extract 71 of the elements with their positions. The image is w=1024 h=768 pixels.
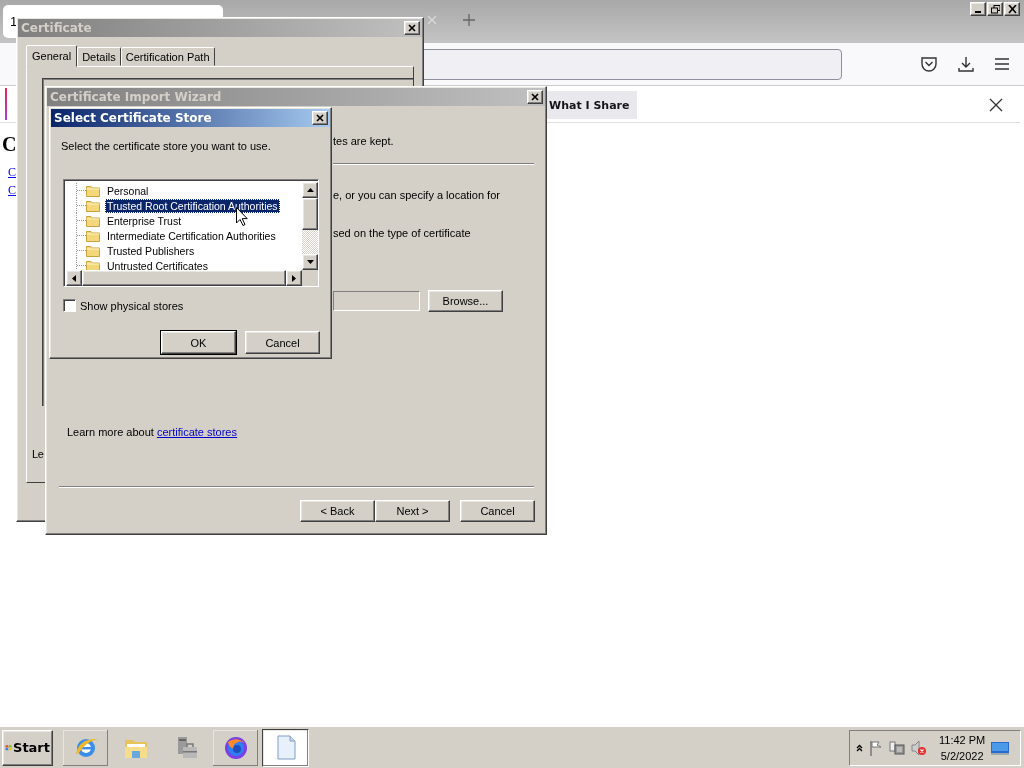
- store-item[interactable]: Enterprise Trust: [105, 213, 184, 228]
- tab[interactable]: General: [26, 45, 78, 67]
- page-link[interactable]: C: [8, 182, 16, 199]
- muted-speaker-icon[interactable]: [911, 739, 927, 756]
- cancel-button[interactable]: Cancel: [460, 500, 535, 522]
- minimize-button[interactable]: [970, 2, 986, 16]
- checkbox[interactable]: [63, 299, 76, 312]
- show-desktop-icon[interactable]: [991, 740, 1010, 755]
- restore-icon: [990, 4, 1000, 14]
- store-item[interactable]: Untrusted Certificates: [105, 258, 210, 270]
- store-item[interactable]: Trusted Publishers: [105, 243, 197, 258]
- prompt-text: Select the certificate store you want to use.: [61, 139, 272, 153]
- file-field[interactable]: [333, 291, 420, 311]
- left-arrow-icon: [72, 274, 76, 282]
- folder-icon: [86, 244, 100, 257]
- taskbar-button[interactable]: [262, 728, 309, 767]
- horizontal-scrollbar[interactable]: [66, 270, 302, 286]
- close-icon: [1007, 4, 1017, 14]
- menu-icon[interactable]: [994, 56, 1010, 72]
- close-icon: [408, 24, 416, 32]
- ok-button[interactable]: OK: [161, 331, 236, 354]
- window-title: Certificate Import Wizard: [50, 90, 222, 104]
- page-heading: C: [2, 133, 17, 157]
- folder-icon: [86, 229, 100, 242]
- download-icon[interactable]: [957, 56, 975, 72]
- folder-icon: [86, 184, 100, 197]
- wizard-text: tes are kept.: [333, 134, 395, 148]
- right-arrow-icon: [292, 274, 296, 282]
- next-button[interactable]: Next >: [375, 500, 450, 522]
- clock-time[interactable]: 11:42 PM: [939, 731, 986, 748]
- network-icon[interactable]: [889, 739, 905, 756]
- start-button[interactable]: Start: [2, 729, 53, 766]
- tab[interactable]: Certification Path: [120, 47, 215, 66]
- vertical-scrollbar[interactable]: [302, 182, 318, 270]
- restore-button[interactable]: [987, 2, 1003, 16]
- store-item[interactable]: Intermediate Certification Authorities: [105, 228, 278, 243]
- wizard-text: sed on the type of certificate: [333, 226, 472, 240]
- close-button[interactable]: [1004, 2, 1020, 16]
- plus-icon[interactable]: [463, 14, 475, 26]
- back-button[interactable]: < Back: [300, 500, 375, 522]
- folder-icon: [86, 214, 100, 227]
- taskbar-button[interactable]: [212, 728, 259, 767]
- clock-date[interactable]: 5/2/2022: [940, 747, 984, 764]
- logo-stripe: [5, 88, 7, 120]
- certificate-stores-link[interactable]: certificate stores: [156, 426, 237, 438]
- chevron-up-icon[interactable]: [856, 743, 863, 752]
- page-link[interactable]: C: [8, 164, 16, 181]
- close-icon: [531, 93, 539, 101]
- checkbox-label: Show physical stores: [80, 299, 184, 312]
- pocket-icon[interactable]: [920, 56, 938, 72]
- learn-more-text: Learn more about certificate stores: [67, 425, 238, 439]
- store-item[interactable]: Personal: [105, 183, 151, 198]
- up-arrow-icon: [306, 188, 314, 192]
- folder-icon: [86, 259, 100, 270]
- close-icon[interactable]: [989, 98, 1003, 112]
- down-arrow-icon: [306, 260, 314, 264]
- window-title: Certificate: [21, 21, 92, 35]
- browse-button[interactable]: Browse...: [428, 290, 503, 312]
- window-title: Select Certificate Store: [54, 111, 212, 125]
- swirl-icon: [222, 734, 249, 761]
- flag-icon[interactable]: [869, 739, 883, 756]
- footer-text: Le: [32, 448, 45, 460]
- close-button[interactable]: [312, 111, 328, 125]
- cancel-button[interactable]: Cancel: [245, 331, 320, 354]
- folder-icon: [86, 199, 100, 212]
- minimize-icon: [975, 10, 981, 13]
- close-icon: [316, 114, 324, 122]
- wizard-text: e, or you can specify a location for: [333, 188, 501, 202]
- tab[interactable]: Details: [77, 47, 121, 66]
- scrollbar-corner: [302, 270, 318, 286]
- store-item[interactable]: Trusted Root Certification Authorities: [105, 198, 280, 213]
